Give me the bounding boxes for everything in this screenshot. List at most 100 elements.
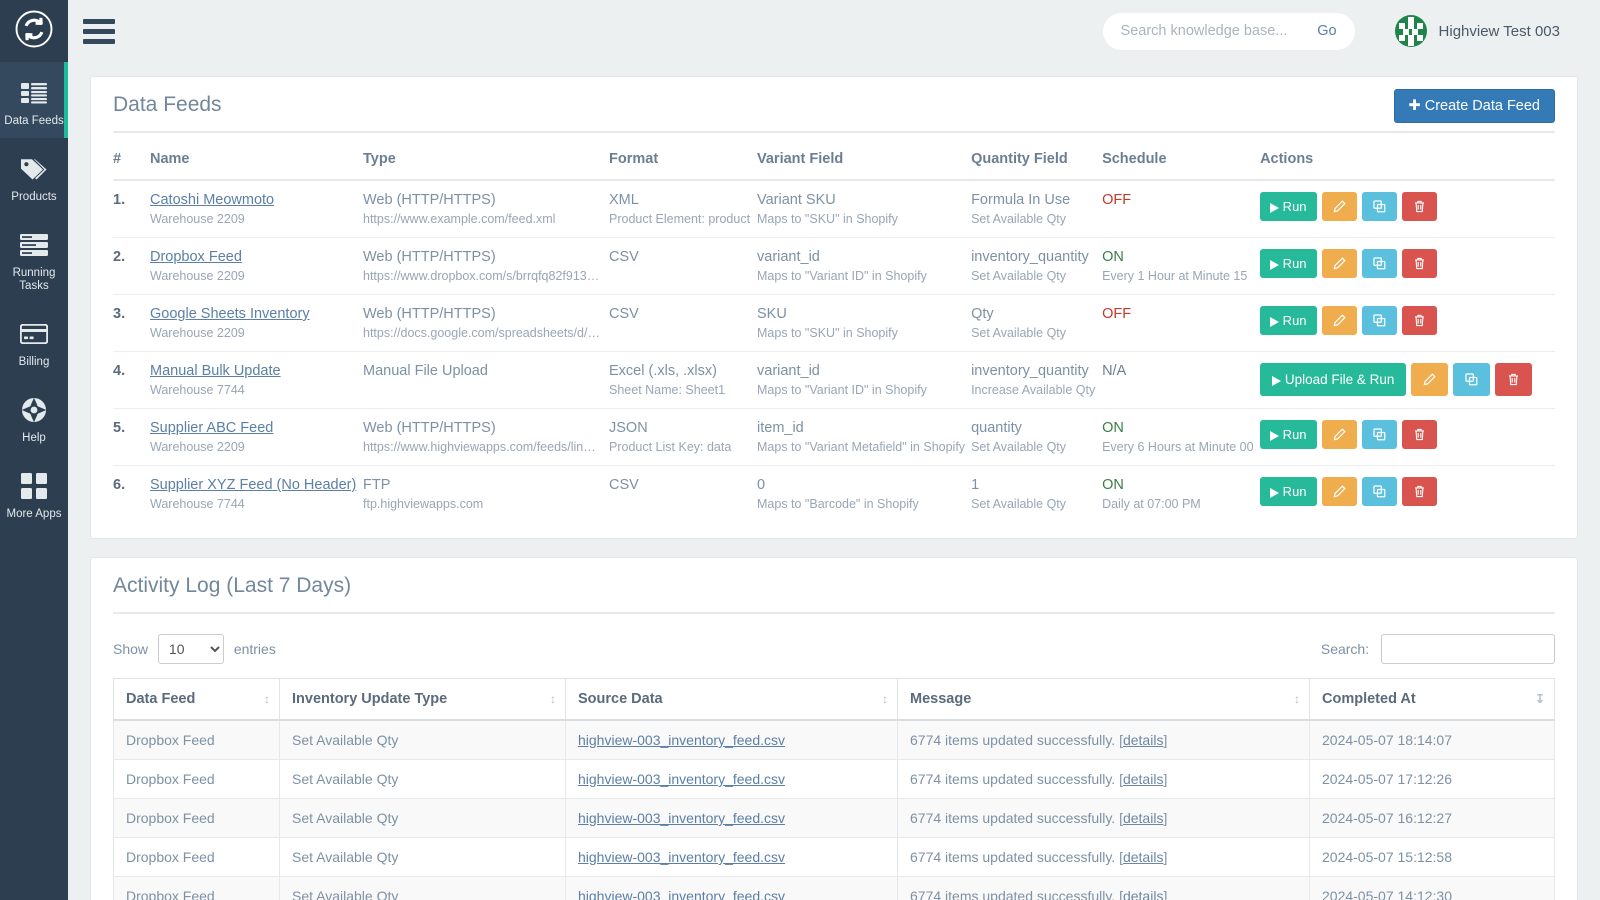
play-icon bbox=[1270, 256, 1280, 271]
delete-feed-button[interactable] bbox=[1401, 420, 1437, 449]
details-link[interactable]: details bbox=[1123, 771, 1163, 787]
feed-name-link[interactable]: Google Sheets Inventory bbox=[150, 306, 357, 322]
sidebar-item-data-feeds[interactable]: Data Feeds bbox=[0, 62, 68, 138]
tag-icon bbox=[2, 152, 66, 186]
sidebar-item-label: Products bbox=[11, 191, 57, 203]
edit-feed-button[interactable] bbox=[1411, 363, 1449, 396]
edit-feed-button[interactable] bbox=[1321, 477, 1357, 506]
sort-icon[interactable]: ↕ bbox=[550, 692, 556, 706]
run-feed-button[interactable]: Run bbox=[1260, 192, 1317, 221]
play-icon bbox=[1272, 372, 1282, 387]
edit-feed-button[interactable] bbox=[1321, 306, 1357, 335]
details-link[interactable]: details bbox=[1123, 732, 1163, 748]
create-data-feed-button[interactable]: ✚ Create Data Feed bbox=[1393, 89, 1555, 123]
duplicate-feed-button[interactable] bbox=[1361, 420, 1397, 449]
page-size-select[interactable]: 102550100 bbox=[157, 634, 224, 664]
duplicate-feed-button[interactable] bbox=[1361, 306, 1397, 335]
duplicate-feed-button[interactable] bbox=[1361, 249, 1397, 278]
source-file-link[interactable]: highview-003_inventory_feed.csv bbox=[578, 771, 785, 787]
avatar bbox=[1394, 15, 1427, 47]
edit-feed-button[interactable] bbox=[1321, 420, 1357, 449]
feed-format-detail: Sheet Name: Sheet1 bbox=[609, 383, 726, 397]
duplicate-feed-button[interactable] bbox=[1361, 477, 1397, 506]
row-variant-cell: variant_id Maps to "Variant ID" in Shopif… bbox=[757, 351, 972, 409]
feed-type-detail: https://www.example.com/feed.xml bbox=[363, 212, 556, 226]
log-cell-source-data: highview-003_inventory_feed.csv bbox=[565, 719, 898, 760]
details-link[interactable]: details bbox=[1123, 849, 1163, 865]
search-input[interactable] bbox=[1120, 23, 1306, 39]
row-type-cell: Web (HTTP/HTTPS) https://docs.google.com/… bbox=[363, 294, 609, 352]
source-file-link[interactable]: highview-003_inventory_feed.csv bbox=[578, 810, 785, 826]
source-file-link[interactable]: highview-003_inventory_feed.csv bbox=[578, 732, 785, 748]
app-logo[interactable] bbox=[0, 0, 68, 62]
log-col-message[interactable]: Message ↕ bbox=[897, 678, 1310, 721]
feed-quantity-mode: Set Available Qty bbox=[971, 326, 1067, 340]
row-name-cell: Google Sheets Inventory Warehouse 2209 bbox=[150, 294, 363, 352]
sort-icon[interactable]: ↕ bbox=[264, 692, 270, 706]
sidebar-item-help[interactable]: Help bbox=[0, 379, 68, 455]
col-format: Format bbox=[609, 139, 757, 181]
search-go-button[interactable]: Go bbox=[1305, 23, 1348, 39]
account-menu[interactable]: Highview Test 003 bbox=[1394, 15, 1560, 47]
feed-quantity-mode: Set Available Qty bbox=[971, 440, 1067, 454]
row-index: 6. bbox=[113, 477, 126, 493]
details-link[interactable]: details bbox=[1123, 888, 1163, 900]
log-cell-source-data: highview-003_inventory_feed.csv bbox=[565, 798, 898, 838]
sort-icon-active[interactable]: ↧ bbox=[1535, 692, 1545, 706]
row-quantity-cell: inventory_quantity Increase Available Qty bbox=[971, 351, 1103, 409]
edit-feed-button[interactable] bbox=[1321, 249, 1357, 278]
play-icon bbox=[1270, 484, 1280, 499]
show-label: Show bbox=[113, 641, 149, 657]
duplicate-feed-button[interactable] bbox=[1453, 363, 1491, 396]
run-feed-button[interactable]: Upload File & Run bbox=[1260, 363, 1407, 396]
log-cell-update-type: Set Available Qty bbox=[279, 837, 566, 877]
source-file-link[interactable]: highview-003_inventory_feed.csv bbox=[578, 888, 785, 900]
hamburger-menu-icon[interactable] bbox=[68, 0, 130, 62]
log-col-label: Message bbox=[910, 691, 972, 707]
feed-name-link[interactable]: Manual Bulk Update bbox=[150, 363, 357, 379]
row-actions-cell: Run bbox=[1260, 408, 1555, 466]
feed-quantity-field: inventory_quantity bbox=[971, 363, 1089, 379]
details-link[interactable]: details bbox=[1123, 810, 1163, 826]
run-feed-button[interactable]: Run bbox=[1260, 306, 1317, 335]
sort-icon[interactable]: ↕ bbox=[882, 692, 888, 706]
delete-feed-button[interactable] bbox=[1401, 306, 1437, 335]
row-index: 5. bbox=[113, 408, 150, 466]
sidebar-item-products[interactable]: Products bbox=[0, 138, 68, 214]
feed-name-link[interactable]: Supplier ABC Feed bbox=[150, 420, 357, 436]
pencil-icon bbox=[1333, 199, 1346, 214]
delete-feed-button[interactable] bbox=[1401, 192, 1437, 221]
log-col-data-feed[interactable]: Data Feed ↕ bbox=[113, 678, 280, 721]
delete-feed-button[interactable] bbox=[1401, 249, 1437, 278]
copy-icon bbox=[1465, 372, 1478, 387]
sort-icon[interactable]: ↕ bbox=[1294, 692, 1300, 706]
run-feed-button[interactable]: Run bbox=[1260, 249, 1317, 278]
feed-name-link[interactable]: Supplier XYZ Feed (No Header) bbox=[150, 477, 357, 493]
trash-icon bbox=[1507, 372, 1520, 387]
log-search-input[interactable] bbox=[1381, 634, 1555, 664]
run-feed-button[interactable]: Run bbox=[1260, 420, 1317, 449]
feed-warehouse: Warehouse 2209 bbox=[150, 440, 245, 454]
feed-quantity-mode: Set Available Qty bbox=[971, 269, 1067, 283]
row-type-cell: Web (HTTP/HTTPS) https://www.example.com/… bbox=[363, 180, 609, 238]
log-col-update-type[interactable]: Inventory Update Type ↕ bbox=[279, 678, 566, 721]
sidebar-item-billing[interactable]: Billing bbox=[0, 303, 68, 379]
log-col-label: Inventory Update Type bbox=[292, 691, 448, 707]
copy-icon bbox=[1372, 256, 1386, 271]
sidebar-item-running-tasks[interactable]: Running Tasks bbox=[0, 214, 68, 303]
log-col-source-data[interactable]: Source Data ↕ bbox=[565, 678, 898, 721]
row-type-cell: FTP ftp.highviewapps.com bbox=[363, 466, 609, 523]
edit-feed-button[interactable] bbox=[1321, 192, 1357, 221]
row-actions-cell: Run bbox=[1260, 294, 1555, 352]
feed-type: Manual File Upload bbox=[363, 363, 488, 379]
delete-feed-button[interactable] bbox=[1401, 477, 1437, 506]
delete-feed-button[interactable] bbox=[1495, 363, 1533, 396]
run-feed-button[interactable]: Run bbox=[1260, 477, 1317, 506]
feed-name-link[interactable]: Dropbox Feed bbox=[150, 249, 357, 265]
feed-format-detail: Product List Key: data bbox=[609, 440, 732, 454]
sidebar-item-more-apps[interactable]: More Apps bbox=[0, 455, 68, 531]
feed-name-link[interactable]: Catoshi Meowmoto bbox=[150, 192, 357, 208]
duplicate-feed-button[interactable] bbox=[1361, 192, 1397, 221]
source-file-link[interactable]: highview-003_inventory_feed.csv bbox=[578, 849, 785, 865]
log-col-completed-at[interactable]: Completed At ↧ bbox=[1309, 678, 1555, 721]
